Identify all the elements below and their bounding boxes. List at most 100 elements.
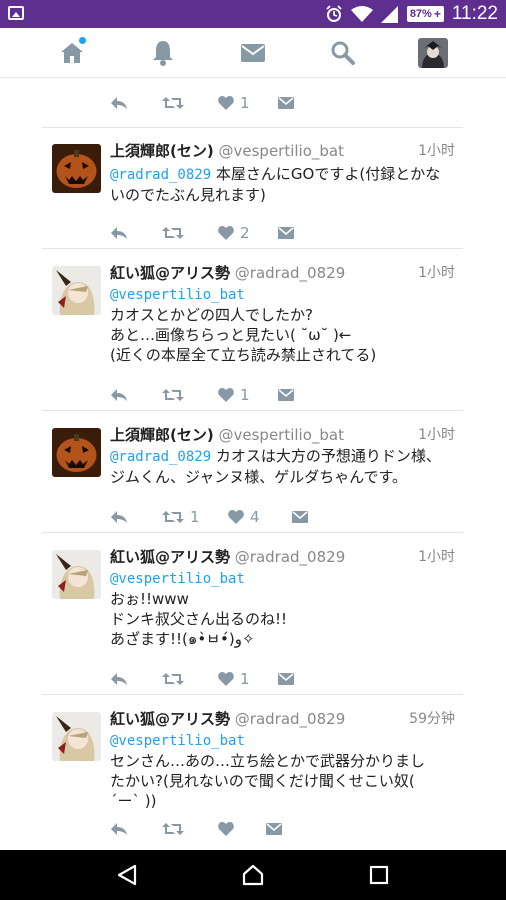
tweet[interactable]: 上須輝郎(セン) @vespertilio_bat 1小时 @radrad_08… xyxy=(42,424,463,532)
search-icon xyxy=(331,41,355,65)
signal-icon xyxy=(380,5,398,23)
back-icon xyxy=(117,864,137,886)
tweet-text-rest: ジムくん、ジャンヌ様、ゲルダちゃんです。 xyxy=(110,468,408,486)
reply-icon xyxy=(111,389,127,401)
nav-search[interactable] xyxy=(313,28,373,78)
reply-button[interactable] xyxy=(110,384,128,406)
user-handle[interactable]: @radrad_0829 xyxy=(235,264,345,282)
nav-home[interactable] xyxy=(42,28,102,78)
reply-button[interactable] xyxy=(110,222,128,244)
nav-notifications[interactable] xyxy=(133,28,193,78)
mention-link[interactable]: @radrad_0829 xyxy=(110,167,211,183)
retweet-button[interactable] xyxy=(162,384,190,406)
retweet-button[interactable] xyxy=(162,222,190,244)
reply-button[interactable] xyxy=(110,818,128,840)
reply-button[interactable] xyxy=(110,506,128,528)
dm-button[interactable] xyxy=(278,92,294,114)
display-name[interactable]: 紅い狐@アリス勢 xyxy=(110,548,230,566)
tweet-header: 紅い狐@アリス勢 @radrad_0829 1小时 xyxy=(110,546,455,566)
tweet-text-inline: 本屋さんにGOですよ(付録とかな xyxy=(211,165,441,183)
like-button[interactable]: 4 xyxy=(228,506,260,528)
messages-icon xyxy=(241,44,265,62)
user-handle[interactable]: @radrad_0829 xyxy=(235,548,345,566)
tweet-text-rest: いのでたぶん見れます) xyxy=(110,186,266,204)
heart-icon xyxy=(218,822,234,836)
display-name[interactable]: 紅い狐@アリス勢 xyxy=(110,710,230,728)
back-button[interactable] xyxy=(97,850,157,900)
reply-button[interactable] xyxy=(110,668,128,690)
heart-icon xyxy=(218,672,234,686)
user-avatar-pumpkin[interactable] xyxy=(52,428,101,477)
dm-button[interactable] xyxy=(278,668,294,690)
user-avatar-pumpkin[interactable] xyxy=(52,144,101,193)
status-clock: 11:22 xyxy=(451,3,498,24)
retweet-icon xyxy=(162,673,184,685)
display-name[interactable]: 上須輝郎(セン) xyxy=(110,142,214,160)
alarm-icon xyxy=(326,5,342,22)
status-bar: 87% + 11:22 xyxy=(0,0,506,28)
nav-messages[interactable] xyxy=(223,28,283,78)
like-count: 4 xyxy=(250,508,260,526)
tweet[interactable]: 紅い狐@アリス勢 @radrad_0829 1小时 @vespertilio_b… xyxy=(42,546,463,694)
home-circle-icon xyxy=(242,864,264,886)
home-button[interactable] xyxy=(223,850,283,900)
home-icon xyxy=(61,43,83,63)
user-avatar-fox[interactable] xyxy=(52,712,101,761)
dm-icon xyxy=(278,673,294,685)
divider xyxy=(42,127,463,128)
mention-link[interactable]: @vespertilio_bat xyxy=(110,287,245,303)
tweet[interactable]: 紅い狐@アリス勢 @radrad_0829 59分钟 @vespertilio_… xyxy=(42,708,463,850)
retweet-icon xyxy=(162,97,184,109)
reply-icon xyxy=(111,511,127,523)
reply-icon xyxy=(111,823,127,835)
dm-button[interactable] xyxy=(292,506,308,528)
dm-icon xyxy=(266,823,282,835)
tweet-text-body: センさん…あの…立ち絵とかで武器分かりまし たかい?(見れないので聞くだけ聞くせ… xyxy=(110,752,426,810)
gallery-icon xyxy=(8,6,24,20)
like-count: 1 xyxy=(240,386,250,404)
recents-button[interactable] xyxy=(349,850,409,900)
divider xyxy=(42,694,463,695)
dm-icon xyxy=(278,389,294,401)
top-nav xyxy=(0,28,506,78)
user-avatar-fox[interactable] xyxy=(52,266,101,315)
like-button[interactable]: 1 xyxy=(218,384,250,406)
timeline[interactable]: 1 上須輝郎(セン) @vespertilio_bat 1小时 @radrad_… xyxy=(0,78,506,850)
tweet[interactable]: 上須輝郎(セン) @vespertilio_bat 1小时 @radrad_08… xyxy=(42,140,463,248)
reply-icon xyxy=(111,97,127,109)
notifications-icon xyxy=(153,41,173,66)
retweet-button[interactable]: 1 xyxy=(162,506,200,528)
divider xyxy=(42,248,463,249)
dm-button[interactable] xyxy=(278,384,294,406)
like-button[interactable] xyxy=(218,818,240,840)
new-tweets-dot xyxy=(79,37,86,44)
user-handle[interactable]: @vespertilio_bat xyxy=(219,426,345,444)
heart-icon xyxy=(228,510,244,524)
nav-profile[interactable] xyxy=(403,28,463,78)
display-name[interactable]: 紅い狐@アリス勢 xyxy=(110,264,230,282)
mention-link[interactable]: @vespertilio_bat xyxy=(110,571,245,587)
tweet-text: @vespertilio_bat おぉ!!www ドンキ叔父さん出るのね!! あ… xyxy=(110,568,460,649)
like-button[interactable]: 2 xyxy=(218,222,250,244)
user-avatar-fox[interactable] xyxy=(52,550,101,599)
dm-icon xyxy=(278,97,294,109)
like-button[interactable]: 1 xyxy=(218,668,250,690)
dm-button[interactable] xyxy=(266,818,282,840)
retweet-icon xyxy=(162,823,184,835)
mention-link[interactable]: @radrad_0829 xyxy=(110,449,211,465)
retweet-button[interactable] xyxy=(162,92,184,114)
display-name[interactable]: 上須輝郎(セン) xyxy=(110,426,214,444)
like-button[interactable]: 1 xyxy=(218,92,250,114)
mention-link[interactable]: @vespertilio_bat xyxy=(110,733,245,749)
user-handle[interactable]: @radrad_0829 xyxy=(235,710,345,728)
retweet-count: 1 xyxy=(190,508,200,526)
dm-button[interactable] xyxy=(278,222,294,244)
reply-button[interactable] xyxy=(110,92,128,114)
retweet-button[interactable] xyxy=(162,668,190,690)
recents-icon xyxy=(369,865,389,885)
wifi-icon xyxy=(350,5,373,22)
user-handle[interactable]: @vespertilio_bat xyxy=(219,142,345,160)
tweet[interactable]: 紅い狐@アリス勢 @radrad_0829 1小时 @vespertilio_b… xyxy=(42,262,463,410)
reply-icon xyxy=(111,227,127,239)
retweet-button[interactable] xyxy=(162,818,190,840)
